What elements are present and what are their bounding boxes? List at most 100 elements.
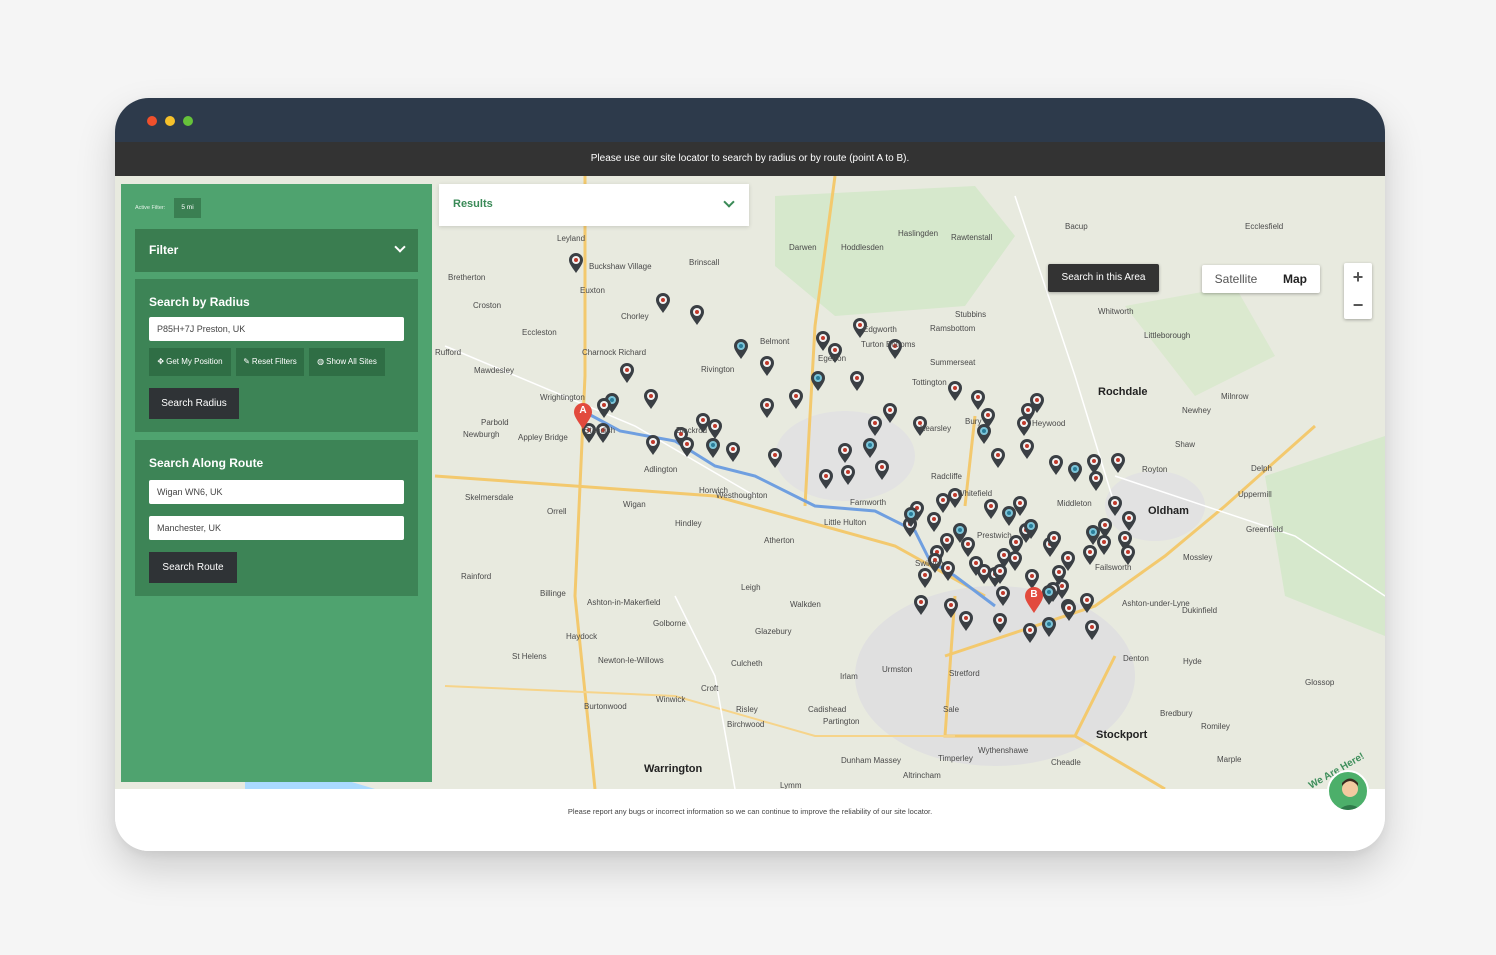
site-marker-icon[interactable] (1019, 438, 1035, 460)
site-marker-icon[interactable] (947, 380, 963, 402)
site-marker-icon[interactable] (1022, 622, 1038, 644)
chevron-down-icon (723, 196, 735, 208)
site-marker-icon[interactable] (840, 464, 856, 486)
zoom-in-button[interactable]: + (1344, 263, 1372, 291)
site-marker-icon[interactable] (810, 370, 826, 392)
place-label: Horwich (699, 486, 728, 495)
maximize-dot[interactable] (183, 116, 193, 126)
close-dot[interactable] (147, 116, 157, 126)
site-marker-icon[interactable] (645, 434, 661, 456)
place-label: Orrell (547, 507, 567, 516)
route-to-input[interactable]: Manchester, UK (149, 516, 404, 540)
site-marker-icon[interactable] (1046, 530, 1062, 552)
site-marker-icon[interactable] (990, 447, 1006, 469)
site-marker-icon[interactable] (1096, 534, 1112, 556)
search-in-area-button[interactable]: Search in this Area (1048, 264, 1159, 292)
site-marker-icon[interactable] (983, 498, 999, 520)
site-marker-icon[interactable] (767, 447, 783, 469)
site-marker-icon[interactable] (1048, 454, 1064, 476)
site-marker-icon[interactable] (725, 441, 741, 463)
site-marker-icon[interactable] (679, 436, 695, 458)
zoom-out-button[interactable]: − (1344, 291, 1372, 319)
site-marker-icon[interactable] (1110, 452, 1126, 474)
place-label: Prestwich (977, 531, 1012, 540)
site-marker-icon[interactable] (1084, 619, 1100, 641)
show-all-sites-button[interactable]: ◍ Show All Sites (309, 348, 385, 376)
place-label: Ashton-under-Lyne (1122, 599, 1190, 608)
place-label: Croft (701, 684, 719, 693)
results-dropdown[interactable]: Results (439, 184, 749, 226)
site-marker-icon[interactable] (943, 597, 959, 619)
site-marker-icon[interactable] (992, 612, 1008, 634)
site-marker-icon[interactable] (958, 610, 974, 632)
search-route-button[interactable]: Search Route (149, 552, 237, 583)
site-marker-icon[interactable] (1088, 470, 1104, 492)
site-marker-icon[interactable] (568, 252, 584, 274)
satellite-button[interactable]: Satellite (1202, 265, 1270, 293)
place-label: Charnock Richard (582, 348, 647, 357)
site-marker-icon[interactable] (992, 563, 1008, 585)
place-label: Rawtenstall (951, 233, 993, 242)
site-marker-icon[interactable] (1023, 518, 1039, 540)
site-marker-icon[interactable] (1067, 461, 1083, 483)
site-marker-icon[interactable] (976, 423, 992, 445)
reset-filters-button[interactable]: ✎ Reset Filters (236, 348, 304, 376)
site-marker-icon[interactable] (837, 442, 853, 464)
site-marker-icon[interactable] (689, 304, 705, 326)
site-marker-icon[interactable] (759, 397, 775, 419)
site-marker-icon[interactable] (882, 402, 898, 424)
site-marker-icon[interactable] (1041, 616, 1057, 638)
site-marker-icon[interactable] (1061, 600, 1077, 622)
site-marker-icon[interactable] (596, 397, 612, 419)
place-label-major: Warrington (644, 763, 703, 775)
site-marker-icon[interactable] (995, 585, 1011, 607)
site-marker-icon[interactable] (867, 415, 883, 437)
place-label: Lymm (780, 781, 802, 789)
filter-dropdown[interactable]: Filter (135, 229, 418, 272)
place-label: Egerton (818, 354, 847, 363)
site-marker-icon[interactable] (849, 370, 865, 392)
active-filter-badge[interactable]: 5 mi (174, 198, 201, 218)
site-marker-icon[interactable] (1012, 495, 1028, 517)
footer-text: Please report any bugs or incorrect info… (567, 807, 933, 816)
site-marker-icon[interactable] (759, 355, 775, 377)
get-position-button[interactable]: ✥ Get My Position (149, 348, 231, 376)
route-end-marker[interactable]: B (1024, 586, 1044, 614)
site-marker-icon[interactable] (643, 388, 659, 410)
site-marker-icon[interactable] (1029, 392, 1045, 414)
site-marker-icon[interactable] (917, 567, 933, 589)
site-marker-icon[interactable] (733, 338, 749, 360)
search-radius-button[interactable]: Search Radius (149, 388, 239, 419)
site-marker-icon[interactable] (1051, 564, 1067, 586)
site-marker-icon[interactable] (862, 437, 878, 459)
place-label: Dukinfield (1182, 606, 1218, 615)
site-marker-icon[interactable] (1007, 550, 1023, 572)
place-label: Standish (584, 426, 616, 435)
notice-bar: Please use our site locator to search by… (115, 142, 1385, 176)
avatar[interactable] (1327, 770, 1369, 812)
route-from-input[interactable]: Wigan WN6, UK (149, 480, 404, 504)
site-marker-icon[interactable] (655, 292, 671, 314)
place-label: Newton-le-Willows (598, 656, 664, 665)
site-marker-icon[interactable] (1121, 510, 1137, 532)
eraser-icon: ✎ (243, 357, 250, 366)
place-label: Ramsbottom (930, 324, 976, 333)
site-marker-icon[interactable] (968, 555, 984, 577)
site-marker-icon[interactable] (903, 506, 919, 528)
site-marker-icon[interactable] (705, 437, 721, 459)
chat-widget[interactable]: We Are Here! (1307, 736, 1385, 814)
minimize-dot[interactable] (165, 116, 175, 126)
site-marker-icon[interactable] (913, 594, 929, 616)
map-button[interactable]: Map (1270, 265, 1320, 293)
site-marker-icon[interactable] (874, 459, 890, 481)
radius-location-input[interactable]: P85H+7J Preston, UK (149, 317, 404, 341)
place-label: Denton (1123, 654, 1149, 663)
site-marker-icon[interactable] (818, 468, 834, 490)
place-label: Middleton (1057, 499, 1092, 508)
site-marker-icon[interactable] (1079, 592, 1095, 614)
site-marker-icon[interactable] (619, 362, 635, 384)
site-marker-icon[interactable] (788, 388, 804, 410)
search-along-route-section: Search Along Route Wigan WN6, UK Manches… (135, 440, 418, 596)
site-marker-icon[interactable] (926, 511, 942, 533)
get-position-label: Get My Position (166, 357, 223, 366)
